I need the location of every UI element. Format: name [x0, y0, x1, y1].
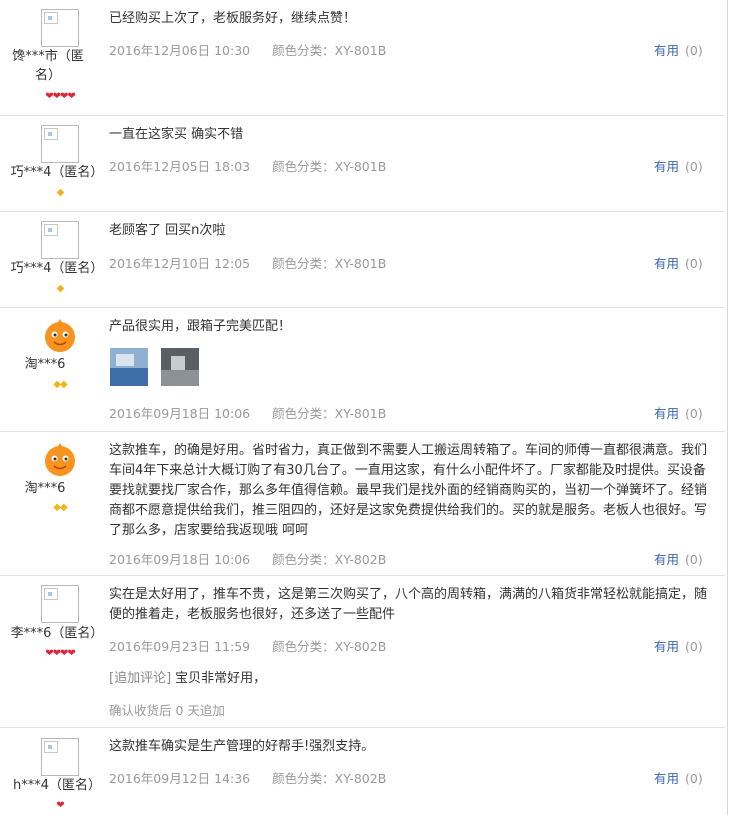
useful-button[interactable]: 有用 (0): [654, 549, 703, 568]
review-photos: [110, 348, 207, 390]
review-item: 馋***市（匿名） ❤❤❤❤ 已经购买上次了，老板服务好，继续点赞！ 2016年…: [0, 0, 725, 116]
review-text: 老顾客了 回买n次啦: [109, 223, 226, 238]
user-avatar[interactable]: [41, 585, 79, 623]
review-item: 李***6（匿名） ❤❤❤❤ 实在是太好用了，推车不贵，这是第三次购买了，八个高…: [0, 576, 725, 728]
user-avatar[interactable]: [41, 221, 79, 259]
useful-label: 有用: [654, 639, 680, 654]
useful-count: (0): [685, 552, 703, 567]
review-meta: 2016年12月06日 10:30 颜色分类：XY-801B: [109, 40, 386, 59]
user-name: 淘***6: [24, 357, 66, 372]
broken-image-icon: [44, 128, 58, 140]
review-text: 一直在这家买 确实不错: [109, 127, 244, 142]
rank-diamond-icon: ◆◆: [53, 379, 67, 390]
useful-label: 有用: [654, 771, 680, 786]
review-text: 这款推车，的确是好用。省时省力，真正做到不需要人工搬运周转箱了。车间的师傅一直都…: [109, 443, 708, 538]
additional-review: [追加评论] 宝贝非常好用，: [109, 669, 709, 689]
review-date: 2016年09月18日 10:06: [109, 406, 251, 421]
review-date: 2016年12月05日 18:03: [109, 159, 251, 174]
user-avatar[interactable]: [41, 738, 79, 776]
useful-label: 有用: [654, 256, 680, 271]
review-item: 淘***6 ◆◆ 这款推车，的确是好用。省时省力，真正做到不需要人工搬运周转箱了…: [0, 432, 725, 576]
additional-review-note: 确认收货后 0 天追加: [109, 703, 225, 718]
useful-button[interactable]: 有用 (0): [654, 156, 703, 175]
rank-diamond-icon: ◆◆: [53, 502, 67, 513]
rank-hearts-icon: ❤❤❤❤: [45, 91, 76, 102]
taobao-mascot-icon: [45, 319, 75, 352]
mascot-avatar[interactable]: [41, 441, 79, 479]
rank-diamond-icon: ◆: [56, 187, 65, 198]
review-meta: 2016年12月05日 18:03 颜色分类：XY-801B: [109, 156, 386, 175]
review-meta: 2016年09月18日 10:06 颜色分类：XY-801B: [109, 403, 386, 422]
rank-hearts-icon: ❤❤❤❤: [45, 648, 76, 659]
useful-count: (0): [685, 159, 703, 174]
review-text: 这款推车确实是生产管理的好帮手!强烈支持。: [109, 739, 375, 754]
useful-button[interactable]: 有用 (0): [654, 768, 703, 787]
review-meta: 2016年12月10日 12:05 颜色分类：XY-801B: [109, 253, 386, 272]
right-divider: [727, 0, 728, 815]
review-photo[interactable]: [161, 348, 200, 386]
review-meta: 2016年09月23日 11:59 颜色分类：XY-802B: [109, 636, 386, 655]
review-date: 2016年09月18日 10:06: [109, 552, 251, 567]
mascot-avatar[interactable]: [41, 317, 79, 355]
review-text: 已经购买上次了，老板服务好，继续点赞！: [109, 11, 357, 26]
useful-label: 有用: [654, 552, 680, 567]
user-name: 淘***6: [24, 481, 66, 496]
sku-category: 颜色分类：XY-802B: [272, 639, 387, 654]
review-meta: 2016年09月18日 10:06 颜色分类：XY-802B: [109, 549, 386, 568]
useful-count: (0): [685, 406, 703, 421]
review-photo[interactable]: [110, 348, 148, 386]
user-avatar[interactable]: [41, 9, 79, 47]
broken-image-icon: [44, 588, 58, 600]
review-item: 巧***4（匿名） ◆ 老顾客了 回买n次啦 2016年12月10日 12:05…: [0, 212, 725, 308]
sku-category: 颜色分类：XY-801B: [272, 256, 387, 271]
user-name: h***4（匿名）: [12, 778, 101, 793]
review-date: 2016年09月23日 11:59: [109, 639, 251, 654]
review-text: 产品很实用，跟箱子完美匹配！: [109, 319, 292, 334]
review-date: 2016年12月10日 12:05: [109, 256, 251, 271]
rank-diamond-icon: ◆: [56, 283, 65, 294]
useful-button[interactable]: 有用 (0): [654, 40, 703, 59]
useful-count: (0): [685, 639, 703, 654]
review-item: 巧***4（匿名） ◆ 一直在这家买 确实不错 2016年12月05日 18:0…: [0, 116, 725, 212]
review-date: 2016年12月06日 10:30: [109, 43, 251, 58]
photo-thumbnail-icon: [110, 348, 148, 386]
user-name: 巧***4（匿名）: [10, 261, 104, 276]
taobao-mascot-icon: [45, 443, 75, 476]
user-avatar[interactable]: [41, 125, 79, 163]
additional-review-label: [追加评论]: [109, 671, 172, 686]
useful-label: 有用: [654, 43, 680, 58]
sku-category: 颜色分类：XY-801B: [272, 43, 387, 58]
photo-thumbnail-icon: [161, 348, 200, 386]
review-item: h***4（匿名） ❤ 这款推车确实是生产管理的好帮手!强烈支持。 2016年0…: [0, 728, 725, 815]
broken-image-icon: [44, 741, 58, 753]
useful-label: 有用: [654, 406, 680, 421]
useful-label: 有用: [654, 159, 680, 174]
additional-review-text: 宝贝非常好用，: [175, 671, 267, 686]
useful-button[interactable]: 有用 (0): [654, 636, 703, 655]
useful-count: (0): [685, 771, 703, 786]
sku-category: 颜色分类：XY-801B: [272, 406, 387, 421]
useful-count: (0): [685, 256, 703, 271]
user-name: 馋***市（匿名）: [12, 49, 84, 83]
review-item: 淘***6 ◆◆ 产品很实用，跟箱子完美匹配！ 2016年09月18日 10:0…: [0, 308, 725, 432]
useful-button[interactable]: 有用 (0): [654, 253, 703, 272]
useful-button[interactable]: 有用 (0): [654, 403, 703, 422]
broken-image-icon: [44, 224, 58, 236]
rank-heart-icon: ❤: [56, 800, 64, 811]
broken-image-icon: [44, 12, 58, 24]
user-name: 巧***4（匿名）: [10, 165, 104, 180]
review-meta: 2016年09月12日 14:36 颜色分类：XY-802B: [109, 768, 386, 787]
sku-category: 颜色分类：XY-802B: [272, 771, 387, 786]
review-list: 馋***市（匿名） ❤❤❤❤ 已经购买上次了，老板服务好，继续点赞！ 2016年…: [0, 0, 728, 815]
sku-category: 颜色分类：XY-802B: [272, 552, 387, 567]
useful-count: (0): [685, 43, 703, 58]
review-text: 实在是太好用了，推车不贵，这是第三次购买了，八个高的周转箱，满满的八箱货非常轻松…: [109, 587, 708, 622]
review-date: 2016年09月12日 14:36: [109, 771, 251, 786]
user-name: 李***6（匿名）: [10, 626, 104, 641]
sku-category: 颜色分类：XY-801B: [272, 159, 387, 174]
